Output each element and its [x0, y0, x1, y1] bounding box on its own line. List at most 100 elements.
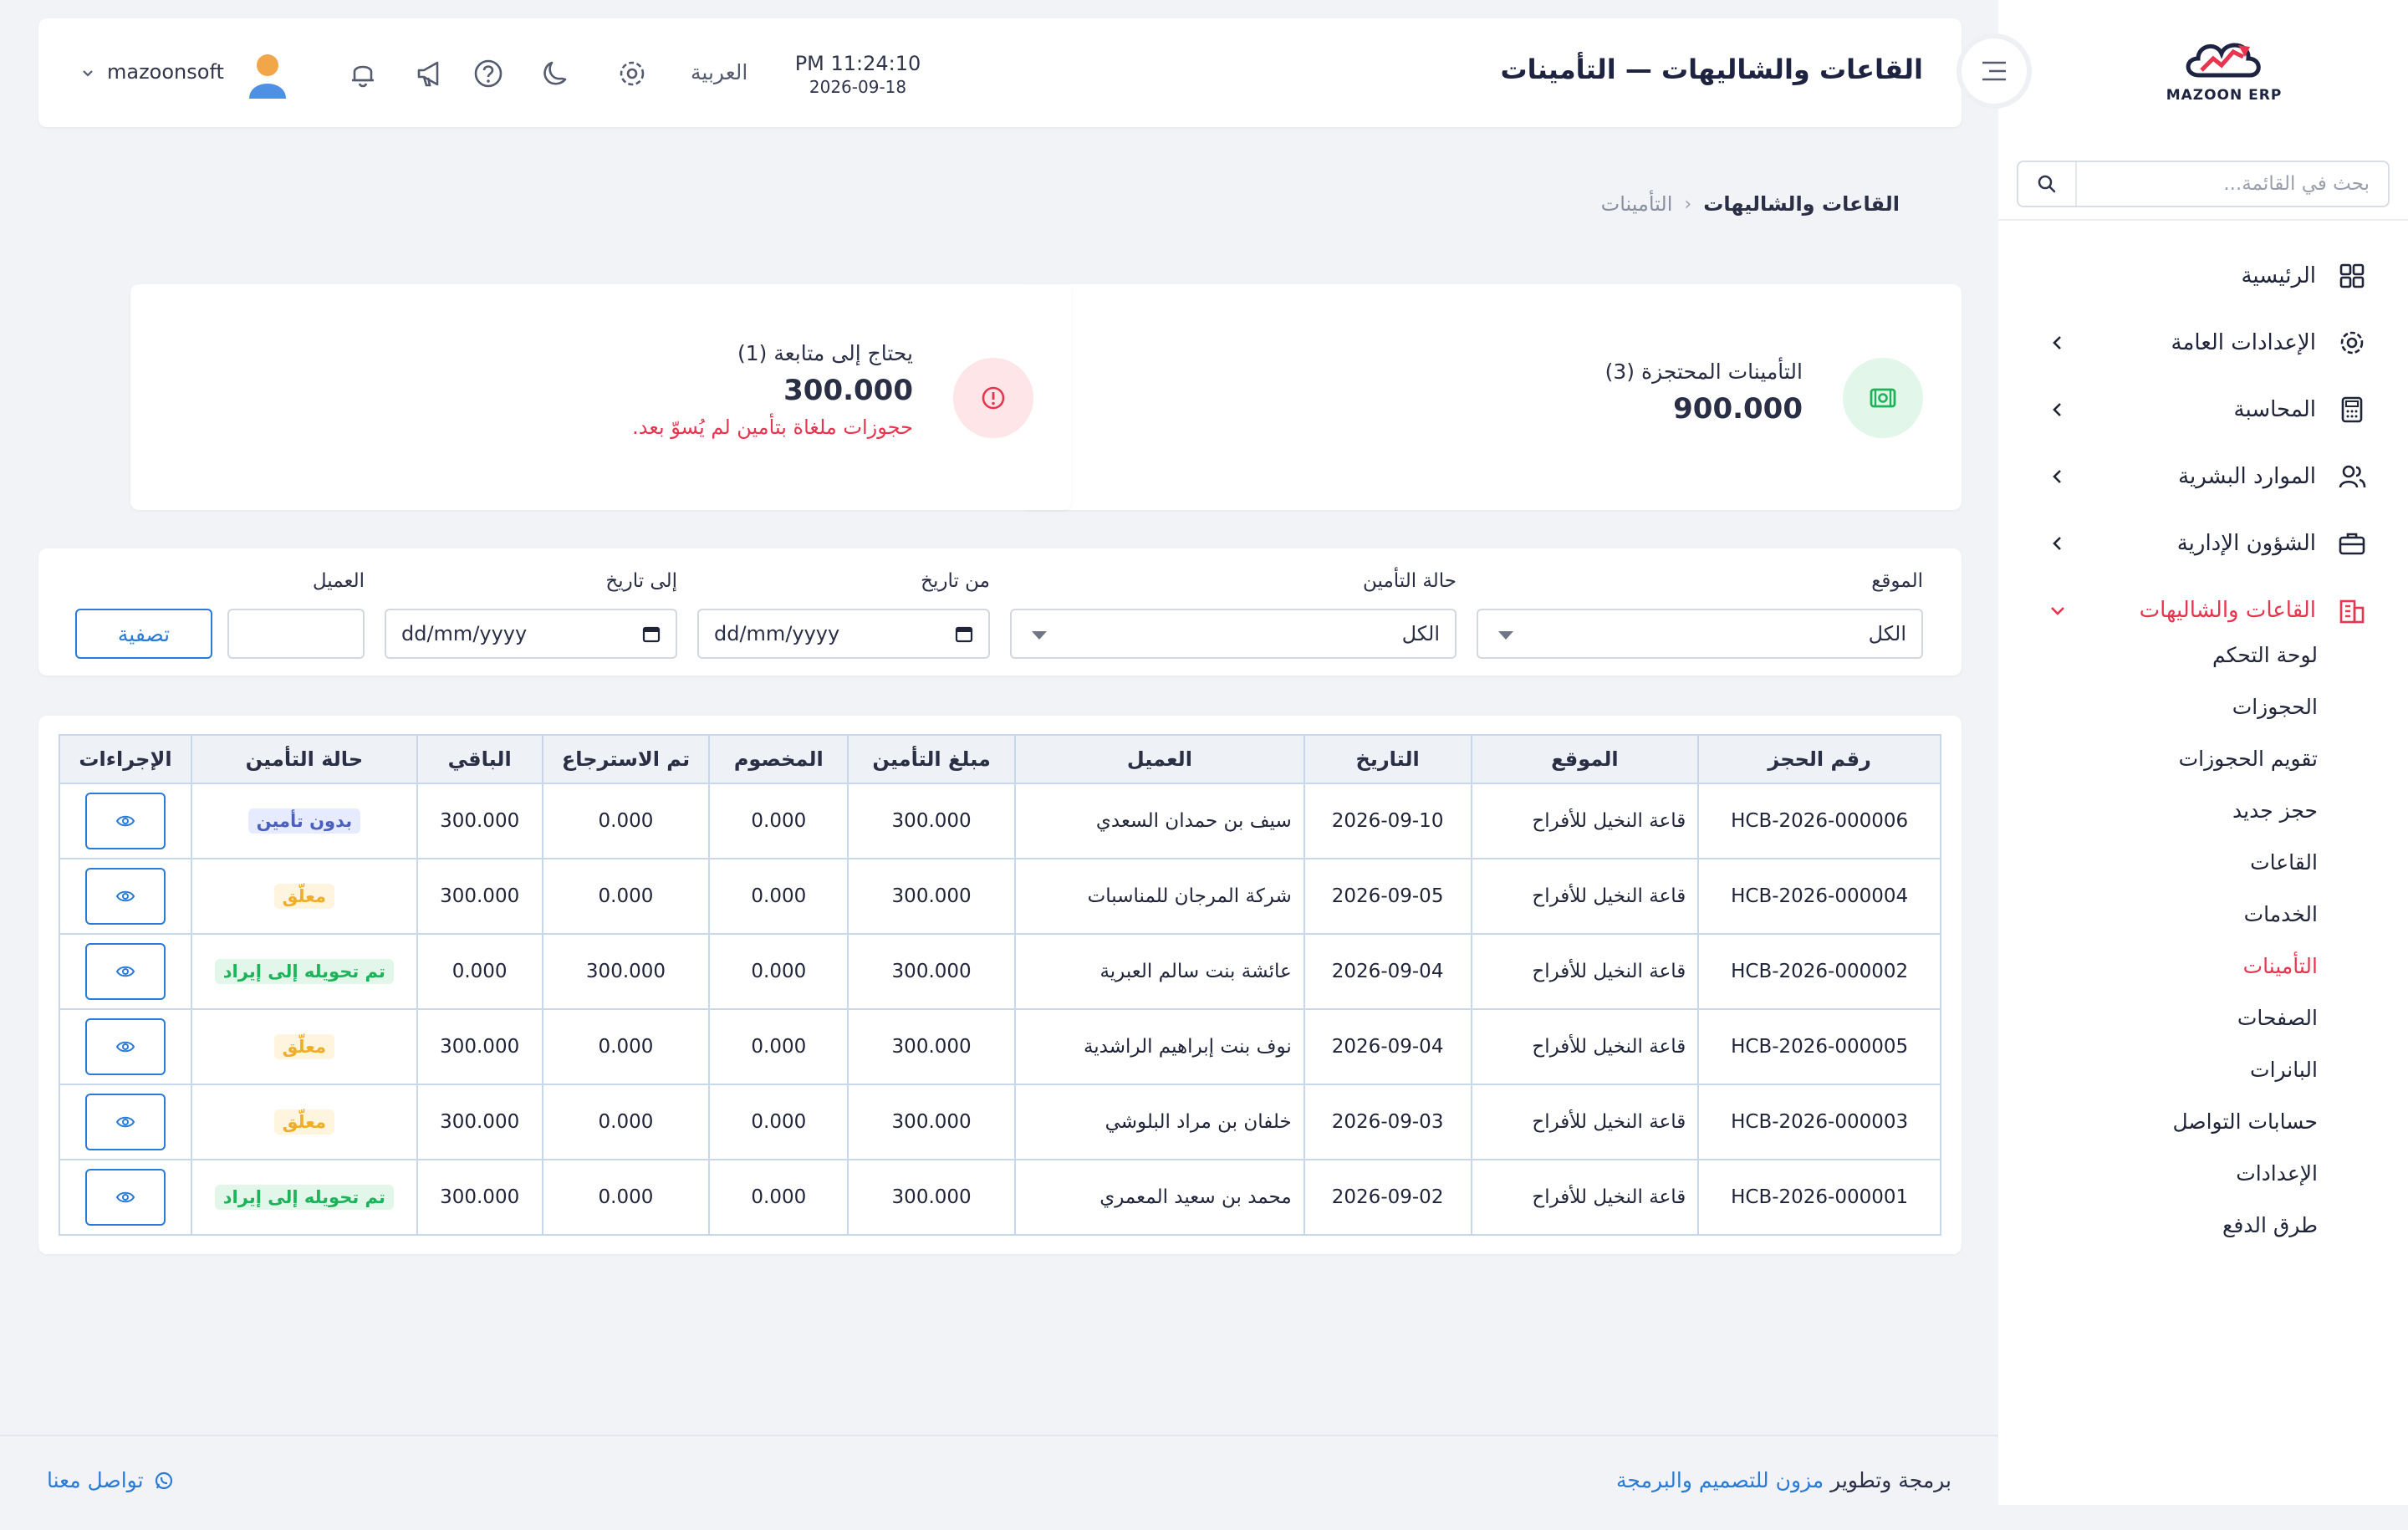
- cell-location: قاعة النخيل للأفراح: [1470, 1084, 1700, 1160]
- bell-icon[interactable]: [344, 55, 381, 92]
- users-icon: [2339, 465, 2366, 488]
- view-button[interactable]: [84, 1169, 166, 1226]
- status-badge: معلّق: [273, 1109, 335, 1135]
- col-date[interactable]: التاريخ: [1303, 734, 1472, 784]
- cell-deposit-amount: 300.000: [847, 858, 1017, 935]
- location-label: الموقع: [1871, 570, 1923, 592]
- submenu-item-settings[interactable]: الإعدادات: [1998, 1147, 2408, 1199]
- table-row: HCB-2026-000003 قاعة النخيل للأفراح 2026-0…: [59, 1084, 1941, 1160]
- status-badge: معلّق: [273, 884, 335, 909]
- sidebar-item-admin-affairs[interactable]: الشؤون الإدارية: [1998, 510, 2408, 577]
- sidebar-search-input[interactable]: [2077, 162, 2388, 206]
- cell-booking-number: HCB-2026-000005: [1697, 1008, 1941, 1085]
- submenu-item-payment-methods[interactable]: طرق الدفع: [1998, 1199, 2408, 1251]
- view-button[interactable]: [84, 868, 166, 925]
- moon-icon[interactable]: [537, 55, 574, 92]
- status-label: حالة التأمين: [1363, 570, 1457, 592]
- chevron-down-icon[interactable]: [80, 65, 95, 80]
- submenu-item-dashboard[interactable]: لوحة التحكم: [1998, 629, 2408, 681]
- chevron-left-icon: [2053, 336, 2061, 349]
- cell-deducted: 0.000: [708, 783, 849, 859]
- cell-booking-number: HCB-2026-000004: [1697, 858, 1941, 935]
- sidebar-menu: الرئيسية الإعدادات العامة المحاسبة الموا…: [1998, 242, 2408, 644]
- cell-location: قاعة النخيل للأفراح: [1470, 858, 1700, 935]
- table-row: HCB-2026-000004 قاعة النخيل للأفراح 2026-0…: [59, 858, 1941, 935]
- breadcrumb-parent[interactable]: القاعات والشاليهات: [1703, 192, 1900, 216]
- stat-card-needs-followup: يحتاج إلى متابعة (1) 300.000 حجوزات ملغا…: [130, 284, 1072, 510]
- table-row: HCB-2026-000005 قاعة النخيل للأفراح 2026-0…: [59, 1008, 1941, 1085]
- submenu-item-deposits[interactable]: التأمينات: [1998, 940, 2408, 992]
- breadcrumb-current: التأمينات: [1600, 192, 1673, 216]
- status-badge: معلّق: [273, 1034, 335, 1059]
- megaphone-icon[interactable]: [411, 55, 448, 92]
- language-switch[interactable]: العربية: [691, 60, 747, 84]
- sidebar: MAZOON ERP الرئيسية الإعدادات العامة الم…: [1998, 0, 2408, 1505]
- cell-date: 2026-09-10: [1303, 783, 1472, 859]
- cell-booking-number: HCB-2026-000006: [1697, 783, 1941, 859]
- sidebar-item-general-settings[interactable]: الإعدادات العامة: [1998, 309, 2408, 376]
- cell-customer: نوف بنت إبراهيم الراشدية: [1014, 1008, 1305, 1085]
- sidebar-item-accounting[interactable]: المحاسبة: [1998, 376, 2408, 443]
- footer-company-link[interactable]: مزون للتصميم والبرمجة: [1616, 1468, 1824, 1492]
- submenu-item-services[interactable]: الخدمات: [1998, 888, 2408, 940]
- col-customer[interactable]: العميل: [1014, 734, 1305, 784]
- app-logo[interactable]: MAZOON ERP: [2149, 33, 2299, 117]
- to-date-label: إلى تاريخ: [605, 570, 677, 592]
- stat-label: التأمينات المحتجزة (3): [1604, 360, 1803, 384]
- sidebar-item-hr[interactable]: الموارد البشرية: [1998, 443, 2408, 510]
- sidebar-item-home[interactable]: الرئيسية: [1998, 242, 2408, 309]
- submenu-item-halls[interactable]: القاعات: [1998, 836, 2408, 888]
- submenu-item-social-accounts[interactable]: حسابات التواصل: [1998, 1095, 2408, 1147]
- calendar-icon[interactable]: [642, 625, 661, 643]
- submenu-item-calendar[interactable]: تقويم الحجوزات: [1998, 732, 2408, 784]
- stat-note: حجوزات ملغاة بتأمين لم يُسوّ بعد.: [632, 416, 913, 439]
- cell-remaining: 300.000: [416, 1084, 543, 1160]
- table-header-row: رقم الحجز الموقع التاريخ العميل مبلغ الت…: [59, 734, 1941, 784]
- sidebar-toggle-button[interactable]: [1956, 33, 2032, 109]
- submenu-item-bookings[interactable]: الحجوزات: [1998, 681, 2408, 732]
- whatsapp-icon: [155, 1471, 172, 1489]
- cell-customer: خلفان بن مراد البلوشي: [1014, 1084, 1305, 1160]
- cell-actions: [59, 858, 192, 935]
- sidebar-search: [2017, 161, 2390, 207]
- view-button[interactable]: [84, 1018, 166, 1075]
- logo-cloud-chart-icon: [2186, 43, 2261, 78]
- to-date-input[interactable]: dd/mm/yyyy: [385, 609, 677, 659]
- user-name[interactable]: mazoonsoft: [107, 60, 224, 84]
- col-booking-number[interactable]: رقم الحجز: [1697, 734, 1941, 784]
- submenu-item-banners[interactable]: البانرات: [1998, 1043, 2408, 1095]
- cell-deducted: 0.000: [708, 933, 849, 1010]
- cell-deducted: 0.000: [708, 1159, 849, 1236]
- settings-gear-icon[interactable]: [614, 55, 650, 92]
- status-select[interactable]: الكل: [1010, 609, 1457, 659]
- col-deposit-status[interactable]: حالة التأمين: [190, 734, 418, 784]
- help-icon[interactable]: [470, 55, 507, 92]
- calendar-icon[interactable]: [955, 625, 973, 643]
- submenu-item-new-booking[interactable]: حجز جديد: [1998, 784, 2408, 836]
- search-icon[interactable]: [2018, 162, 2077, 206]
- eye-icon: [115, 890, 135, 902]
- from-date-input[interactable]: dd/mm/yyyy: [697, 609, 990, 659]
- col-deposit-amount[interactable]: مبلغ التأمين: [847, 734, 1017, 784]
- view-button[interactable]: [84, 943, 166, 1000]
- cell-date: 2026-09-03: [1303, 1084, 1472, 1160]
- cell-remaining: 300.000: [416, 858, 543, 935]
- table-row: HCB-2026-000002 قاعة النخيل للأفراح 2026-0…: [59, 933, 1941, 1010]
- table-row: HCB-2026-000001 قاعة النخيل للأفراح 2026-0…: [59, 1159, 1941, 1236]
- deposits-table: رقم الحجز الموقع التاريخ العميل مبلغ الت…: [59, 734, 1941, 1236]
- cell-location: قاعة النخيل للأفراح: [1470, 1008, 1700, 1085]
- col-deducted[interactable]: المخصوم: [708, 734, 849, 784]
- view-button[interactable]: [84, 1094, 166, 1150]
- view-button[interactable]: [84, 793, 166, 849]
- cell-refunded: 0.000: [541, 858, 711, 935]
- customer-input[interactable]: [227, 609, 365, 659]
- col-location[interactable]: الموقع: [1470, 734, 1700, 784]
- avatar[interactable]: [246, 52, 289, 99]
- submenu-item-pages[interactable]: الصفحات: [1998, 992, 2408, 1043]
- logo-text: MAZOON ERP: [2166, 87, 2283, 104]
- col-refunded[interactable]: تم الاسترجاع: [541, 734, 711, 784]
- col-remaining[interactable]: الباقي: [416, 734, 543, 784]
- contact-us-link[interactable]: تواصل معنا: [47, 1468, 174, 1492]
- location-select[interactable]: الكل: [1477, 609, 1923, 659]
- filter-button[interactable]: تصفية: [75, 609, 212, 659]
